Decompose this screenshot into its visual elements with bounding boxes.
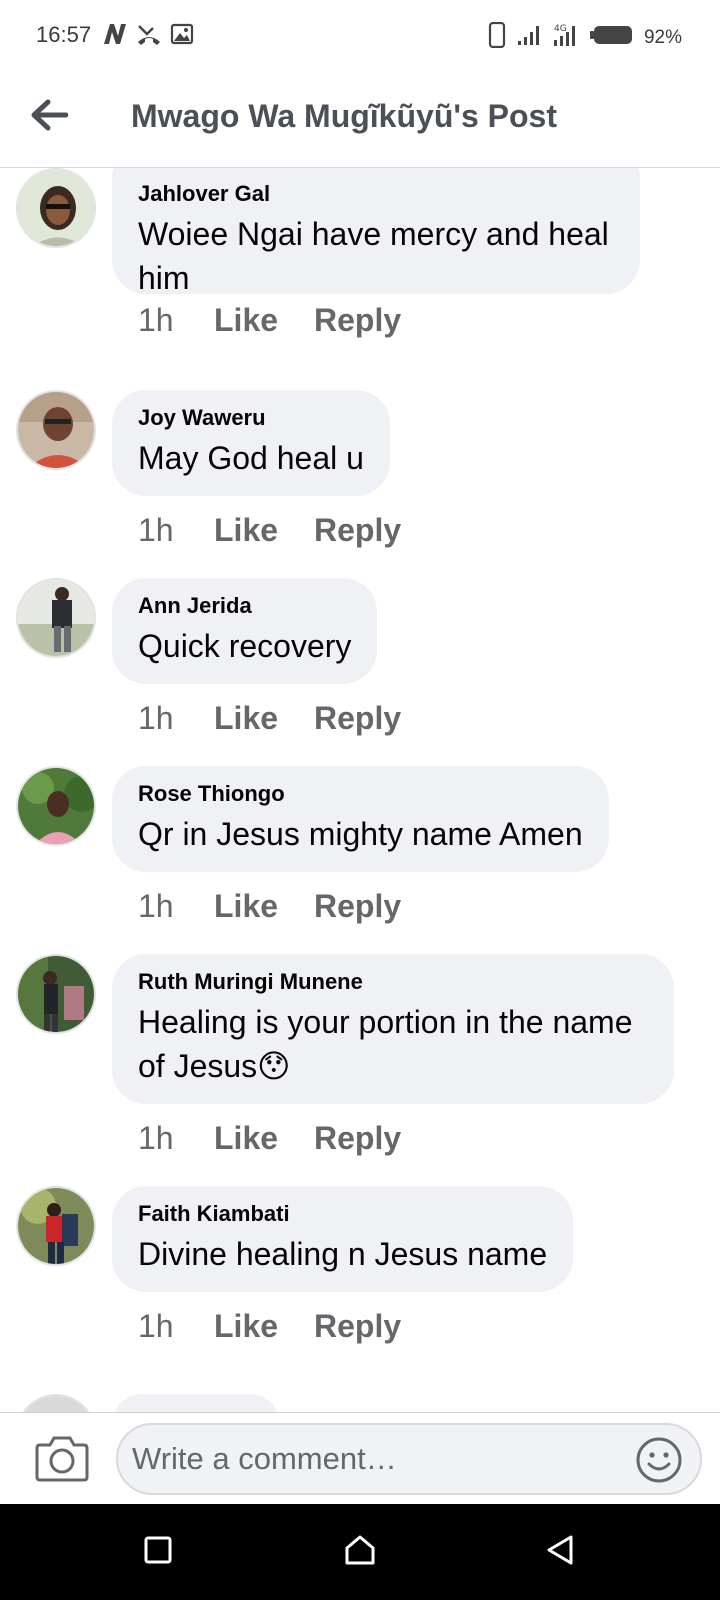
comment-input-container[interactable] (116, 1423, 702, 1495)
avatar[interactable] (16, 1186, 96, 1266)
comment-author[interactable]: Faith Kiambati (138, 1200, 547, 1228)
comments-list[interactable]: Jahlover Gal Woiee Ngai have mercy and h… (0, 168, 720, 1412)
comment-bubble[interactable]: Jahlover Gal Woiee Ngai have mercy and h… (112, 168, 640, 296)
comment-text: Healing is your portion in the name of J… (138, 1004, 633, 1084)
avatar[interactable] (16, 390, 96, 470)
status-right-icons: 4G 92% (488, 21, 682, 53)
comment-bubble[interactable]: Faith Kiambati Divine healing n Jesus na… (112, 1186, 574, 1292)
like-button[interactable]: Like (214, 888, 314, 925)
battery-percent: 92% (643, 26, 682, 48)
status-left-icons (102, 22, 194, 51)
avatar[interactable] (16, 168, 96, 248)
comment-time: 1h (138, 512, 174, 548)
signal-data-icon: 4G (552, 22, 580, 53)
like-button[interactable]: Like (214, 700, 314, 737)
comment-bubble[interactable]: Ann Jerida Quick recovery (112, 578, 378, 684)
reply-button[interactable]: Reply (314, 1308, 401, 1345)
comment-input[interactable] (132, 1437, 612, 1481)
recent-apps-button[interactable] (134, 1528, 182, 1576)
comment-text: Divine healing n Jesus name (138, 1236, 548, 1272)
comment-actions: 1h Like Reply (138, 1120, 401, 1157)
emoji-icon (634, 1437, 684, 1489)
home-button[interactable] (336, 1528, 384, 1576)
comment-bubble[interactable]: Ruth Muringi Munene Healing is your port… (112, 954, 674, 1104)
comment-text: Quick recovery (138, 628, 352, 664)
comment-bubble[interactable]: Joy Waweru May God heal u (112, 390, 390, 496)
reply-button[interactable]: Reply (314, 888, 401, 925)
back-arrow-icon (30, 99, 69, 136)
svg-text:4G: 4G (554, 24, 567, 34)
camera-icon (34, 1436, 90, 1487)
like-button[interactable]: Like (214, 1120, 314, 1157)
comment-author[interactable]: Joy Waweru (138, 404, 364, 432)
post-header: Mwago Wa Mugĩkũyũ's Post (0, 72, 720, 168)
back-nav-button[interactable] (536, 1528, 584, 1576)
like-button[interactable]: Like (214, 1308, 314, 1345)
signal-icon (516, 23, 542, 52)
avatar[interactable] (16, 578, 96, 658)
comment-bubble[interactable] (112, 1394, 280, 1412)
camera-button[interactable] (34, 1433, 90, 1483)
comment-time: 1h (138, 302, 174, 338)
reply-button[interactable]: Reply (314, 302, 401, 339)
missed-call-icon (136, 22, 162, 51)
network-n-icon (102, 22, 128, 51)
comment-bubble[interactable]: Rose Thiongo Qr in Jesus mighty name Ame… (112, 766, 609, 872)
status-time: 16:57 (36, 22, 92, 47)
reply-button[interactable]: Reply (314, 512, 401, 549)
avatar[interactable] (16, 766, 96, 846)
status-bar: 16:57 4G 92% (0, 0, 720, 72)
home-icon (343, 1533, 377, 1572)
comment-composer (0, 1412, 720, 1504)
comment-text: May God heal u (138, 440, 364, 476)
comment-time: 1h (138, 1120, 174, 1156)
avatar[interactable] (16, 1394, 96, 1412)
comment-text: Qr in Jesus mighty name Amen (138, 816, 583, 852)
avatar[interactable] (16, 954, 96, 1034)
like-button[interactable]: Like (214, 302, 314, 339)
emoji-button[interactable] (634, 1435, 684, 1485)
comment-author[interactable]: Ruth Muringi Munene (138, 968, 648, 996)
comment-actions: 1h Like Reply (138, 888, 401, 925)
back-icon (544, 1533, 576, 1572)
back-button[interactable] (26, 94, 72, 140)
comment-actions: 1h Like Reply (138, 1308, 401, 1345)
battery-icon (589, 24, 634, 51)
comment-author[interactable]: Rose Thiongo (138, 780, 583, 808)
reply-button[interactable]: Reply (314, 700, 401, 737)
like-button[interactable]: Like (214, 512, 314, 549)
comment-actions: 1h Like Reply (138, 302, 401, 339)
comment-time: 1h (138, 888, 174, 924)
page-title: Mwago Wa Mugĩkũyũ's Post (131, 98, 557, 134)
comment-actions: 1h Like Reply (138, 512, 401, 549)
comment-actions: 1h Like Reply (138, 700, 401, 737)
comment-text: Woiee Ngai have mercy and heal him (138, 216, 609, 296)
gallery-icon (170, 22, 194, 51)
comment-author[interactable]: Jahlover Gal (138, 180, 614, 208)
comment-time: 1h (138, 1308, 174, 1344)
reply-button[interactable]: Reply (314, 1120, 401, 1157)
comment-time: 1h (138, 700, 174, 736)
vibrate-icon (488, 21, 506, 53)
recent-apps-icon (143, 1535, 173, 1570)
comment-author[interactable]: Ann Jerida (138, 592, 351, 620)
system-navbar (0, 1504, 720, 1600)
